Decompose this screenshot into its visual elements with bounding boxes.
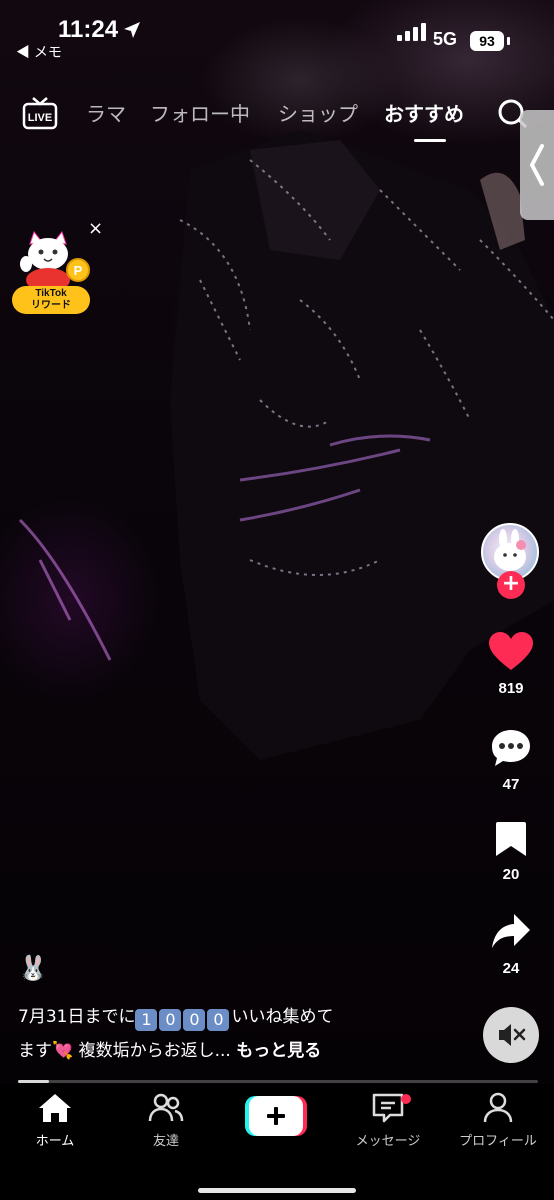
friends-icon [148, 1093, 184, 1122]
signal-icon [397, 23, 426, 41]
nav-home[interactable]: ホーム [0, 1092, 110, 1149]
save-button[interactable]: 20 [482, 820, 540, 883]
back-to-app-link[interactable]: ◀ メモ [16, 42, 62, 62]
nav-friends[interactable]: 友達 [111, 1092, 221, 1149]
caption-line-1: 7月31日までに 1 0 0 0 いいね集めて [18, 1000, 438, 1034]
like-button[interactable]: 819 [482, 632, 540, 697]
network-type: 5G [433, 29, 458, 49]
rabbit-emoji: 🐰 [18, 954, 48, 982]
svg-text:P: P [74, 263, 83, 278]
comment-button[interactable]: 47 [482, 728, 540, 793]
keycap-digit: 0 [159, 1009, 182, 1031]
mute-button[interactable] [483, 1007, 539, 1063]
see-more-link[interactable]: もっと見る [236, 1041, 321, 1061]
battery-level: 93 [470, 31, 504, 51]
chevron-left-icon [529, 144, 544, 186]
share-arrow-icon [492, 914, 530, 948]
status-bar: 11:24 ◀ メモ 5G 93 [0, 0, 554, 80]
tab-for-you[interactable]: おすすめ [384, 98, 464, 127]
side-panel-handle[interactable] [520, 110, 554, 220]
save-count: 20 [502, 866, 520, 883]
live-tv-icon: LIVE [22, 97, 58, 130]
share-count: 24 [502, 960, 520, 977]
nav-friends-label: 友達 [152, 1134, 179, 1149]
nav-profile-label: プロフィール [459, 1134, 537, 1149]
home-icon [39, 1094, 71, 1122]
comment-count: 47 [502, 776, 520, 793]
nav-messages[interactable]: メッセージ [333, 1092, 443, 1149]
bookmark-icon [496, 822, 526, 856]
tab-shop[interactable]: ショップ [278, 98, 358, 127]
like-count: 819 [498, 680, 524, 697]
nav-profile[interactable]: プロフィール [443, 1092, 553, 1149]
heart-icon [489, 632, 533, 670]
keycap-digit: 0 [183, 1009, 206, 1031]
video-progress-bar[interactable] [18, 1080, 538, 1083]
reward-label: TikTok リワード [12, 286, 90, 314]
keycap-digit: 0 [207, 1009, 230, 1031]
profile-icon [483, 1092, 513, 1123]
caption-text-2: いいね集めて [231, 1007, 334, 1027]
lucky-cat-icon: P [20, 230, 90, 290]
nav-messages-label: メッセージ [355, 1134, 421, 1149]
reward-line-2: リワード [31, 300, 71, 311]
tab-following[interactable]: フォロー中 [150, 98, 250, 127]
nav-home-label: ホーム [35, 1134, 75, 1149]
share-button[interactable]: 24 [482, 912, 540, 977]
follow-plus-button[interactable]: + [497, 571, 525, 599]
speaker-muted-icon [499, 1024, 526, 1046]
create-icon [245, 1096, 307, 1136]
caption-text-1: 7月31日までに [18, 1007, 136, 1027]
comment-icon [492, 730, 530, 766]
keycap-digit: 1 [135, 1009, 158, 1031]
active-tab-indicator [414, 139, 446, 142]
home-indicator [198, 1188, 356, 1193]
tiktok-reward-badge[interactable]: P TikTok リワード [12, 230, 92, 314]
heart-arrow-emoji: 💘 [52, 1041, 74, 1061]
video-progress-fill [18, 1080, 50, 1083]
status-time: 11:24 [58, 16, 119, 43]
tab-drama[interactable]: ラマ [86, 98, 126, 127]
caption-text-3: ます [18, 1041, 52, 1061]
top-nav: LIVE ラマ フォロー中 ショップ おすすめ [0, 96, 554, 146]
caption-text-4: 複数垢からお返し... [73, 1041, 237, 1061]
bottom-nav: ホーム 友達 メッセージ プロフィール [0, 1084, 554, 1200]
location-arrow-icon [124, 22, 140, 38]
battery-nub [507, 37, 510, 45]
video-caption[interactable]: 7月31日までに 1 0 0 0 いいね集めて ます💘 複数垢からお返し... もっと見る [18, 1000, 438, 1068]
video-frame [18, 130, 554, 760]
live-label: LIVE [28, 112, 52, 124]
screen: 11:24 ◀ メモ 5G 93 LIVE ラマ フォロー中 ショップ おすすめ… [0, 0, 554, 1200]
create-button[interactable] [245, 1096, 307, 1136]
video-player[interactable] [0, 0, 554, 1084]
caption-line-2: ます💘 複数垢からお返し... もっと見る [18, 1034, 438, 1068]
reward-line-1: TikTok [35, 288, 67, 299]
live-button[interactable]: LIVE [22, 96, 58, 134]
message-notification-dot [401, 1094, 411, 1104]
